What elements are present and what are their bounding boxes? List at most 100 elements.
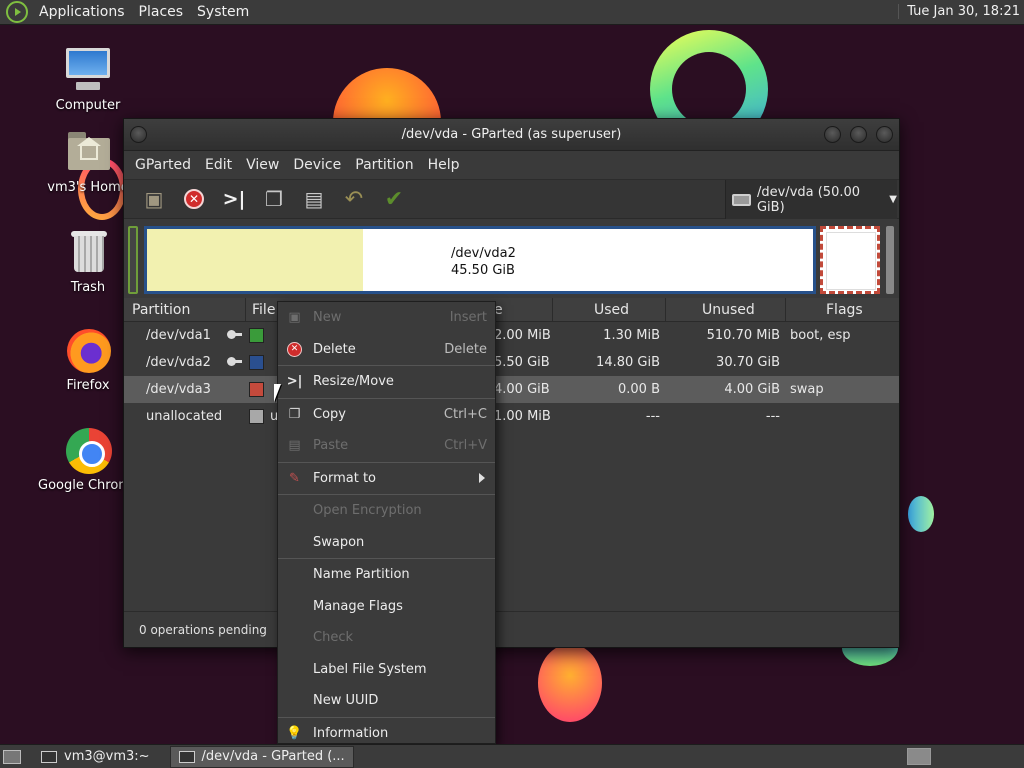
- info-icon: 💡: [286, 725, 303, 741]
- resize-move-button[interactable]: >|: [214, 182, 254, 216]
- cell-partition: /dev/vda3: [146, 382, 211, 397]
- panel-menu-applications[interactable]: Applications: [32, 4, 132, 20]
- partition-block-vda3[interactable]: [820, 226, 880, 294]
- table-row-selected[interactable]: /dev/vda3 4.00 GiB 0.00 B 4.00 GiB swap: [124, 376, 899, 403]
- menu-edit[interactable]: Edit: [198, 157, 239, 173]
- menu-item-new-uuid[interactable]: New UUID: [278, 685, 495, 717]
- column-header-partition[interactable]: Partition: [132, 302, 190, 318]
- maximize-button[interactable]: [850, 126, 867, 143]
- cell-size: 1.00 MiB: [494, 409, 551, 424]
- partition-block-vda1[interactable]: [128, 226, 138, 294]
- resize-move-icon: >|: [222, 188, 246, 210]
- undo-icon: ↶: [344, 186, 364, 212]
- table-row[interactable]: /dev/vda2 5.50 GiB 14.80 GiB 30.70 GiB: [124, 349, 899, 376]
- menu-device[interactable]: Device: [286, 157, 348, 173]
- apply-button[interactable]: ✔: [374, 182, 414, 216]
- menu-item-manage-flags[interactable]: Manage Flags: [278, 591, 495, 623]
- window-titlebar[interactable]: /dev/vda - GParted (as superuser): [124, 119, 899, 151]
- taskbar-item-terminal[interactable]: vm3@vm3:~: [33, 746, 158, 768]
- mouse-pointer-icon: [274, 384, 281, 402]
- table-header: Partition File e Used Unused Flags: [124, 298, 899, 322]
- chevron-down-icon: ▼: [889, 194, 897, 205]
- partition-visual-bar: /dev/vda2 45.50 GiB: [124, 219, 899, 297]
- submenu-arrow-icon: [479, 472, 485, 483]
- menu-view[interactable]: View: [239, 157, 286, 173]
- delete-icon: ✕: [184, 189, 204, 209]
- cell-flags: swap: [790, 382, 824, 397]
- cell-size: 4.00 GiB: [494, 382, 550, 397]
- cell-used: ---: [645, 409, 660, 424]
- delete-partition-button[interactable]: ✕: [174, 182, 214, 216]
- workspace-switcher[interactable]: [907, 748, 931, 765]
- partition-block-text: /dev/vda2 45.50 GiB: [451, 245, 516, 279]
- partition-block-unallocated[interactable]: [886, 226, 894, 294]
- paste-button[interactable]: ▤: [294, 182, 334, 216]
- chrome-icon: [64, 426, 112, 474]
- cell-used: 14.80 GiB: [596, 355, 660, 370]
- table-row[interactable]: /dev/vda1 2.00 MiB 1.30 MiB 510.70 MiB b…: [124, 322, 899, 349]
- home-folder-icon: [64, 128, 112, 176]
- cell-partition: /dev/vda2: [146, 355, 211, 370]
- new-partition-icon: ▣: [144, 187, 164, 211]
- taskbar-item-gparted[interactable]: /dev/vda - GParted (...: [169, 745, 354, 768]
- menu-item-copy[interactable]: ❐ Copy Ctrl+C: [278, 399, 495, 431]
- cell-unused: ---: [765, 409, 780, 424]
- distro-logo-icon[interactable]: [6, 1, 28, 23]
- delete-icon: ✕: [287, 341, 302, 357]
- new-partition-button[interactable]: ▣: [134, 182, 174, 216]
- partition-block-vda2[interactable]: /dev/vda2 45.50 GiB: [144, 226, 816, 294]
- menu-partition[interactable]: Partition: [348, 157, 420, 173]
- cell-size: 2.00 MiB: [494, 328, 551, 343]
- menu-gparted[interactable]: GParted: [128, 157, 198, 173]
- minimize-button[interactable]: [824, 126, 841, 143]
- cell-unused: 30.70 GiB: [716, 355, 780, 370]
- top-panel: Applications Places System Tue Jan 30, 1…: [0, 0, 1024, 25]
- panel-menu-places[interactable]: Places: [132, 4, 191, 20]
- copy-button[interactable]: ❐: [254, 182, 294, 216]
- window-title: /dev/vda - GParted (as superuser): [401, 127, 622, 142]
- status-bar: 0 operations pending: [124, 611, 899, 647]
- partition-block-size: 45.50 GiB: [451, 263, 515, 278]
- menu-item-label-file-system[interactable]: Label File System: [278, 654, 495, 686]
- menu-item-format-to[interactable]: ✎ Format to: [278, 463, 495, 495]
- menubar: GParted Edit View Device Partition Help: [124, 151, 899, 179]
- partition-block-name: /dev/vda2: [451, 246, 516, 261]
- desktop-icon-computer[interactable]: Computer: [38, 46, 138, 113]
- column-header-filesystem[interactable]: File: [252, 302, 275, 318]
- apply-icon: ✔: [384, 186, 404, 212]
- device-selector-label: /dev/vda (50.00 GiB): [756, 184, 861, 215]
- menu-help[interactable]: Help: [421, 157, 467, 173]
- menu-item-swapon[interactable]: Swapon: [278, 527, 495, 559]
- device-selector[interactable]: /dev/vda (50.00 GiB) ▼: [725, 180, 897, 219]
- show-desktop-icon[interactable]: [3, 749, 21, 764]
- close-button[interactable]: [876, 126, 893, 143]
- undo-button[interactable]: ↶: [334, 182, 374, 216]
- new-icon: ▣: [288, 310, 301, 325]
- menu-item-check[interactable]: Check: [278, 622, 495, 654]
- menu-item-paste[interactable]: ▤ Paste Ctrl+V: [278, 430, 495, 462]
- menu-item-name-partition[interactable]: Name Partition: [278, 559, 495, 591]
- window-menu-button[interactable]: [130, 126, 147, 143]
- column-header-unused[interactable]: Unused: [702, 302, 755, 318]
- column-header-flags[interactable]: Flags: [826, 302, 863, 318]
- menu-item-new[interactable]: ▣ New Insert: [278, 302, 495, 334]
- gparted-icon: [178, 750, 195, 763]
- cell-partition: unallocated: [146, 409, 223, 424]
- resize-move-icon: >|: [286, 374, 303, 389]
- panel-menu-system[interactable]: System: [190, 4, 256, 20]
- panel-clock[interactable]: Tue Jan 30, 18:21: [898, 4, 1020, 19]
- copy-icon: ❐: [288, 406, 301, 422]
- table-row[interactable]: unallocated u 1.00 MiB --- ---: [124, 403, 899, 430]
- toolbar: ▣ ✕ >| ❐ ▤ ↶ ✔ /dev/vda (50.00 GiB) ▼: [124, 179, 899, 219]
- paste-icon: ▤: [288, 438, 301, 453]
- menu-item-open-encryption[interactable]: Open Encryption: [278, 495, 495, 527]
- trash-icon: [64, 228, 112, 276]
- lock-key-icon: [227, 356, 242, 368]
- column-header-used[interactable]: Used: [594, 302, 629, 318]
- cell-used: 0.00 B: [618, 382, 660, 397]
- menu-item-resize-move[interactable]: >| Resize/Move: [278, 366, 495, 398]
- cell-used: 1.30 MiB: [603, 328, 660, 343]
- wallpaper-shape: [538, 644, 602, 722]
- menu-item-delete[interactable]: ✕ Delete Delete: [278, 334, 495, 366]
- bottom-taskbar: vm3@vm3:~ /dev/vda - GParted (...: [0, 744, 1024, 768]
